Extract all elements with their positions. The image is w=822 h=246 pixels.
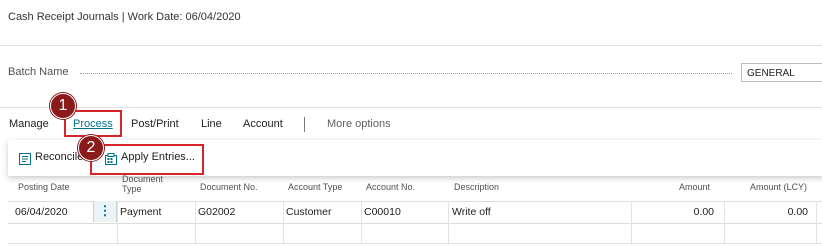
col-amount: Amount (679, 182, 711, 192)
batch-name-field[interactable]: GENERAL (741, 63, 822, 82)
col-document-no: Document No. (200, 182, 258, 192)
cell-posting-date[interactable]: 06/04/2020 (15, 206, 68, 218)
cell-amount-lcy[interactable]: 0.00 (732, 206, 808, 218)
col-account-no: Account No. (366, 182, 416, 192)
col-divider (195, 201, 196, 243)
col-divider (448, 201, 449, 243)
col-account-type: Account Type (288, 182, 343, 192)
cell-amount[interactable]: 0.00 (640, 206, 714, 218)
menu-separator (304, 117, 305, 132)
cell-document-type[interactable]: Payment (120, 206, 161, 218)
col-divider (361, 201, 362, 243)
col-description: Description (454, 182, 500, 192)
menu-manage[interactable]: Manage (9, 118, 49, 130)
batch-name-leader (80, 73, 732, 74)
col-document-type: Document Type (122, 174, 164, 194)
menu-line[interactable]: Line (201, 118, 222, 130)
highlight-apply-entries (90, 144, 204, 175)
batch-divider (0, 107, 822, 108)
col-divider (283, 201, 284, 243)
col-amount-lcy: Amount (LCY) (750, 182, 808, 192)
cell-account-no[interactable]: C00010 (364, 206, 401, 218)
col-posting-date: Posting Date (18, 182, 70, 192)
reconcile-label: Reconcile (35, 151, 84, 163)
table-row-empty[interactable] (8, 222, 822, 244)
page-title: Cash Receipt Journals | Work Date: 06/04… (8, 11, 241, 23)
reconcile-icon (19, 152, 31, 165)
col-divider (724, 201, 725, 243)
vertical-ellipsis-icon[interactable]: ⋮ (93, 204, 117, 218)
col-divider (631, 201, 632, 243)
menu-account[interactable]: Account (243, 118, 283, 130)
cell-document-no[interactable]: G02002 (198, 206, 235, 218)
col-divider (117, 201, 118, 243)
batch-name-label: Batch Name (8, 66, 69, 78)
col-divider (816, 201, 817, 243)
callout-badge: 1 (50, 93, 76, 119)
cell-description[interactable]: Write off (452, 206, 491, 218)
menu-more-options[interactable]: More options (327, 118, 391, 130)
menu-post-print[interactable]: Post/Print (131, 118, 179, 130)
header-divider (0, 45, 822, 46)
cell-account-type[interactable]: Customer (286, 206, 332, 218)
callout-badge: 2 (78, 135, 104, 161)
